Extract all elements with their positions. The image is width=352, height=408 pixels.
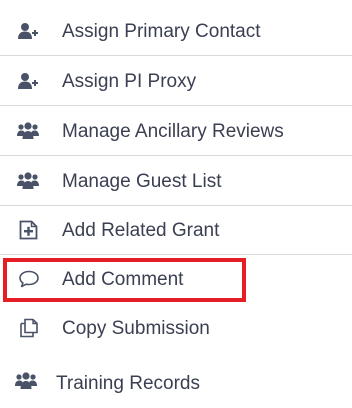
users-icon <box>15 371 37 391</box>
menu-item-label: Training Records <box>56 373 200 394</box>
menu-item-assign-pi-proxy[interactable]: Assign PI Proxy <box>0 58 352 106</box>
menu-item-label: Manage Ancillary Reviews <box>62 121 284 142</box>
menu-item-label: Assign Primary Contact <box>62 21 261 42</box>
menu-item-add-related-grant[interactable]: Add Related Grant <box>0 207 352 255</box>
menu-item-label: Manage Guest List <box>62 171 222 192</box>
menu-item-manage-ancillary-reviews[interactable]: Manage Ancillary Reviews <box>0 108 352 156</box>
highlight-box <box>3 258 246 302</box>
menu-item-copy-submission[interactable]: Copy Submission <box>0 305 352 353</box>
menu-item-manage-guest-list[interactable]: Manage Guest List <box>0 158 352 206</box>
menu-item-training-records[interactable]: Training Records <box>0 360 352 408</box>
document-plus-icon <box>18 220 40 240</box>
menu-item-label: Add Related Grant <box>62 220 220 241</box>
user-plus-icon <box>17 21 39 41</box>
menu-item-label: Copy Submission <box>62 318 210 339</box>
menu-item-label: Assign PI Proxy <box>62 71 197 92</box>
user-plus-icon <box>17 71 39 91</box>
users-icon <box>17 121 39 141</box>
menu-item-assign-primary-contact[interactable]: Assign Primary Contact <box>0 8 352 56</box>
action-menu: Assign Primary Contact Assign PI Proxy M… <box>0 0 352 395</box>
copy-icon <box>18 318 40 338</box>
users-icon <box>17 171 39 191</box>
